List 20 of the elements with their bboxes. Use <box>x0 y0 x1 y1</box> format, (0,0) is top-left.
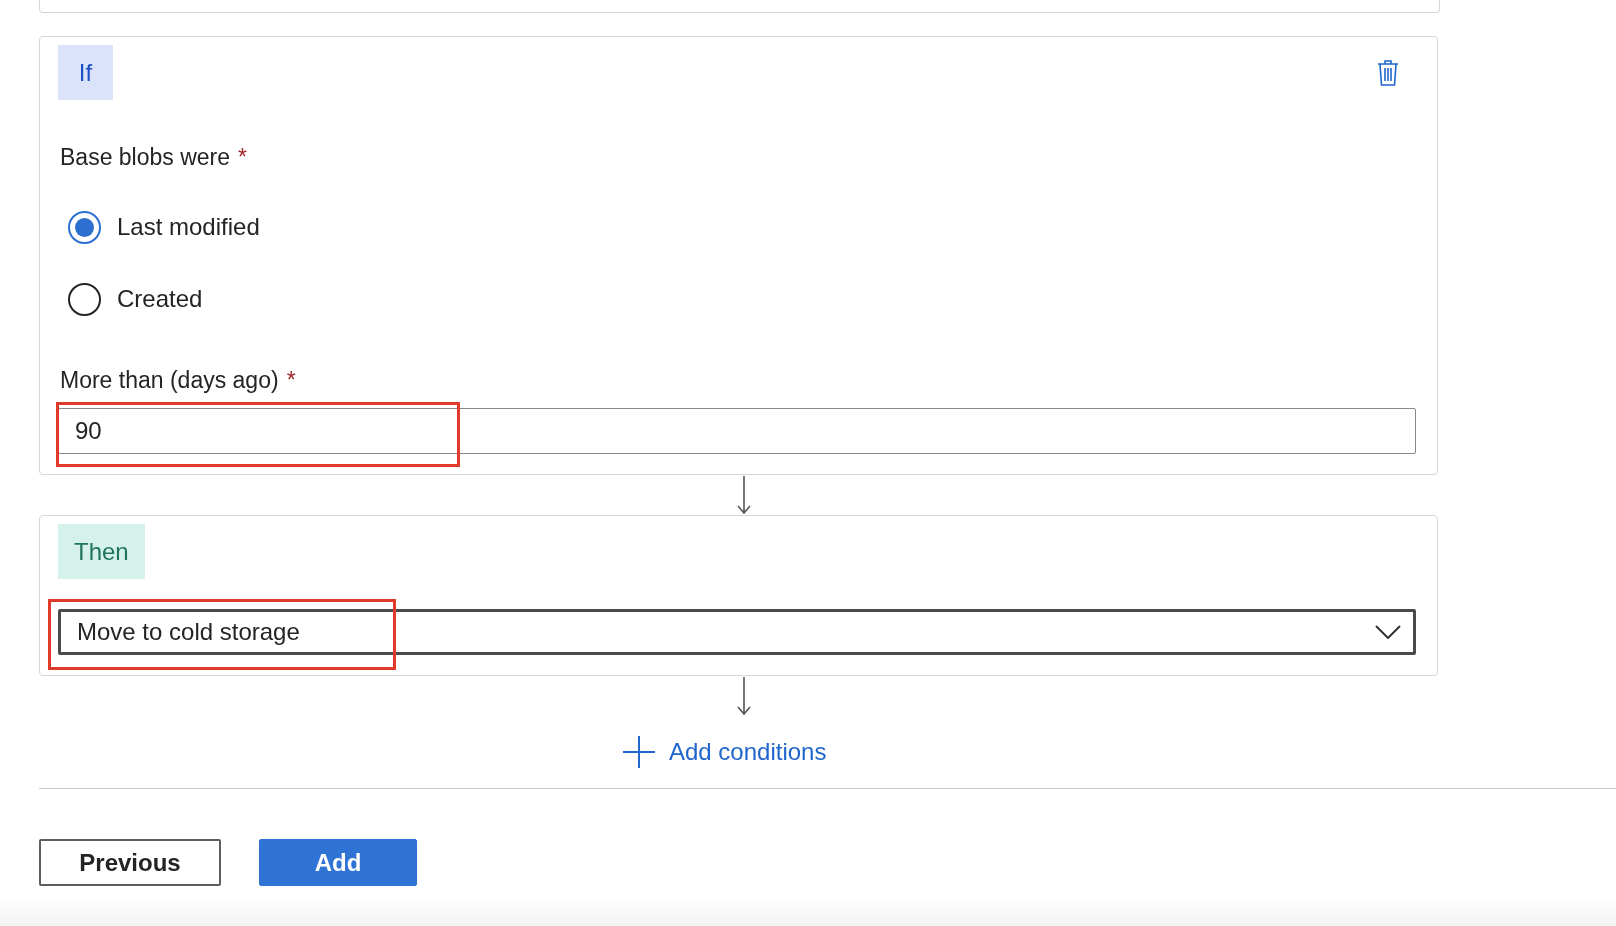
chevron-down-icon <box>1375 625 1401 639</box>
plus-icon <box>623 736 655 768</box>
add-conditions-link[interactable]: Add conditions <box>623 736 827 768</box>
if-badge: If <box>58 45 113 100</box>
days-input-field[interactable]: 90 <box>58 408 1416 454</box>
add-button[interactable]: Add <box>259 839 417 886</box>
field-label: More than (days ago) <box>60 367 279 394</box>
delete-icon[interactable] <box>1377 60 1399 86</box>
radio-button[interactable] <box>68 210 101 244</box>
down-arrow-icon <box>736 475 752 515</box>
previous-button[interactable]: Previous <box>39 839 221 886</box>
radio-label[interactable]: Created <box>117 285 203 313</box>
required-mark: * <box>238 144 247 171</box>
required-mark: * <box>286 367 296 394</box>
radio-label[interactable]: Last modified <box>117 213 260 241</box>
action-dropdown[interactable]: Move to cold storage <box>58 609 1416 655</box>
down-arrow-icon <box>736 676 752 716</box>
field-label: Base blobs were <box>60 144 231 171</box>
then-badge: Then <box>58 524 145 579</box>
radio-button[interactable] <box>68 282 101 316</box>
